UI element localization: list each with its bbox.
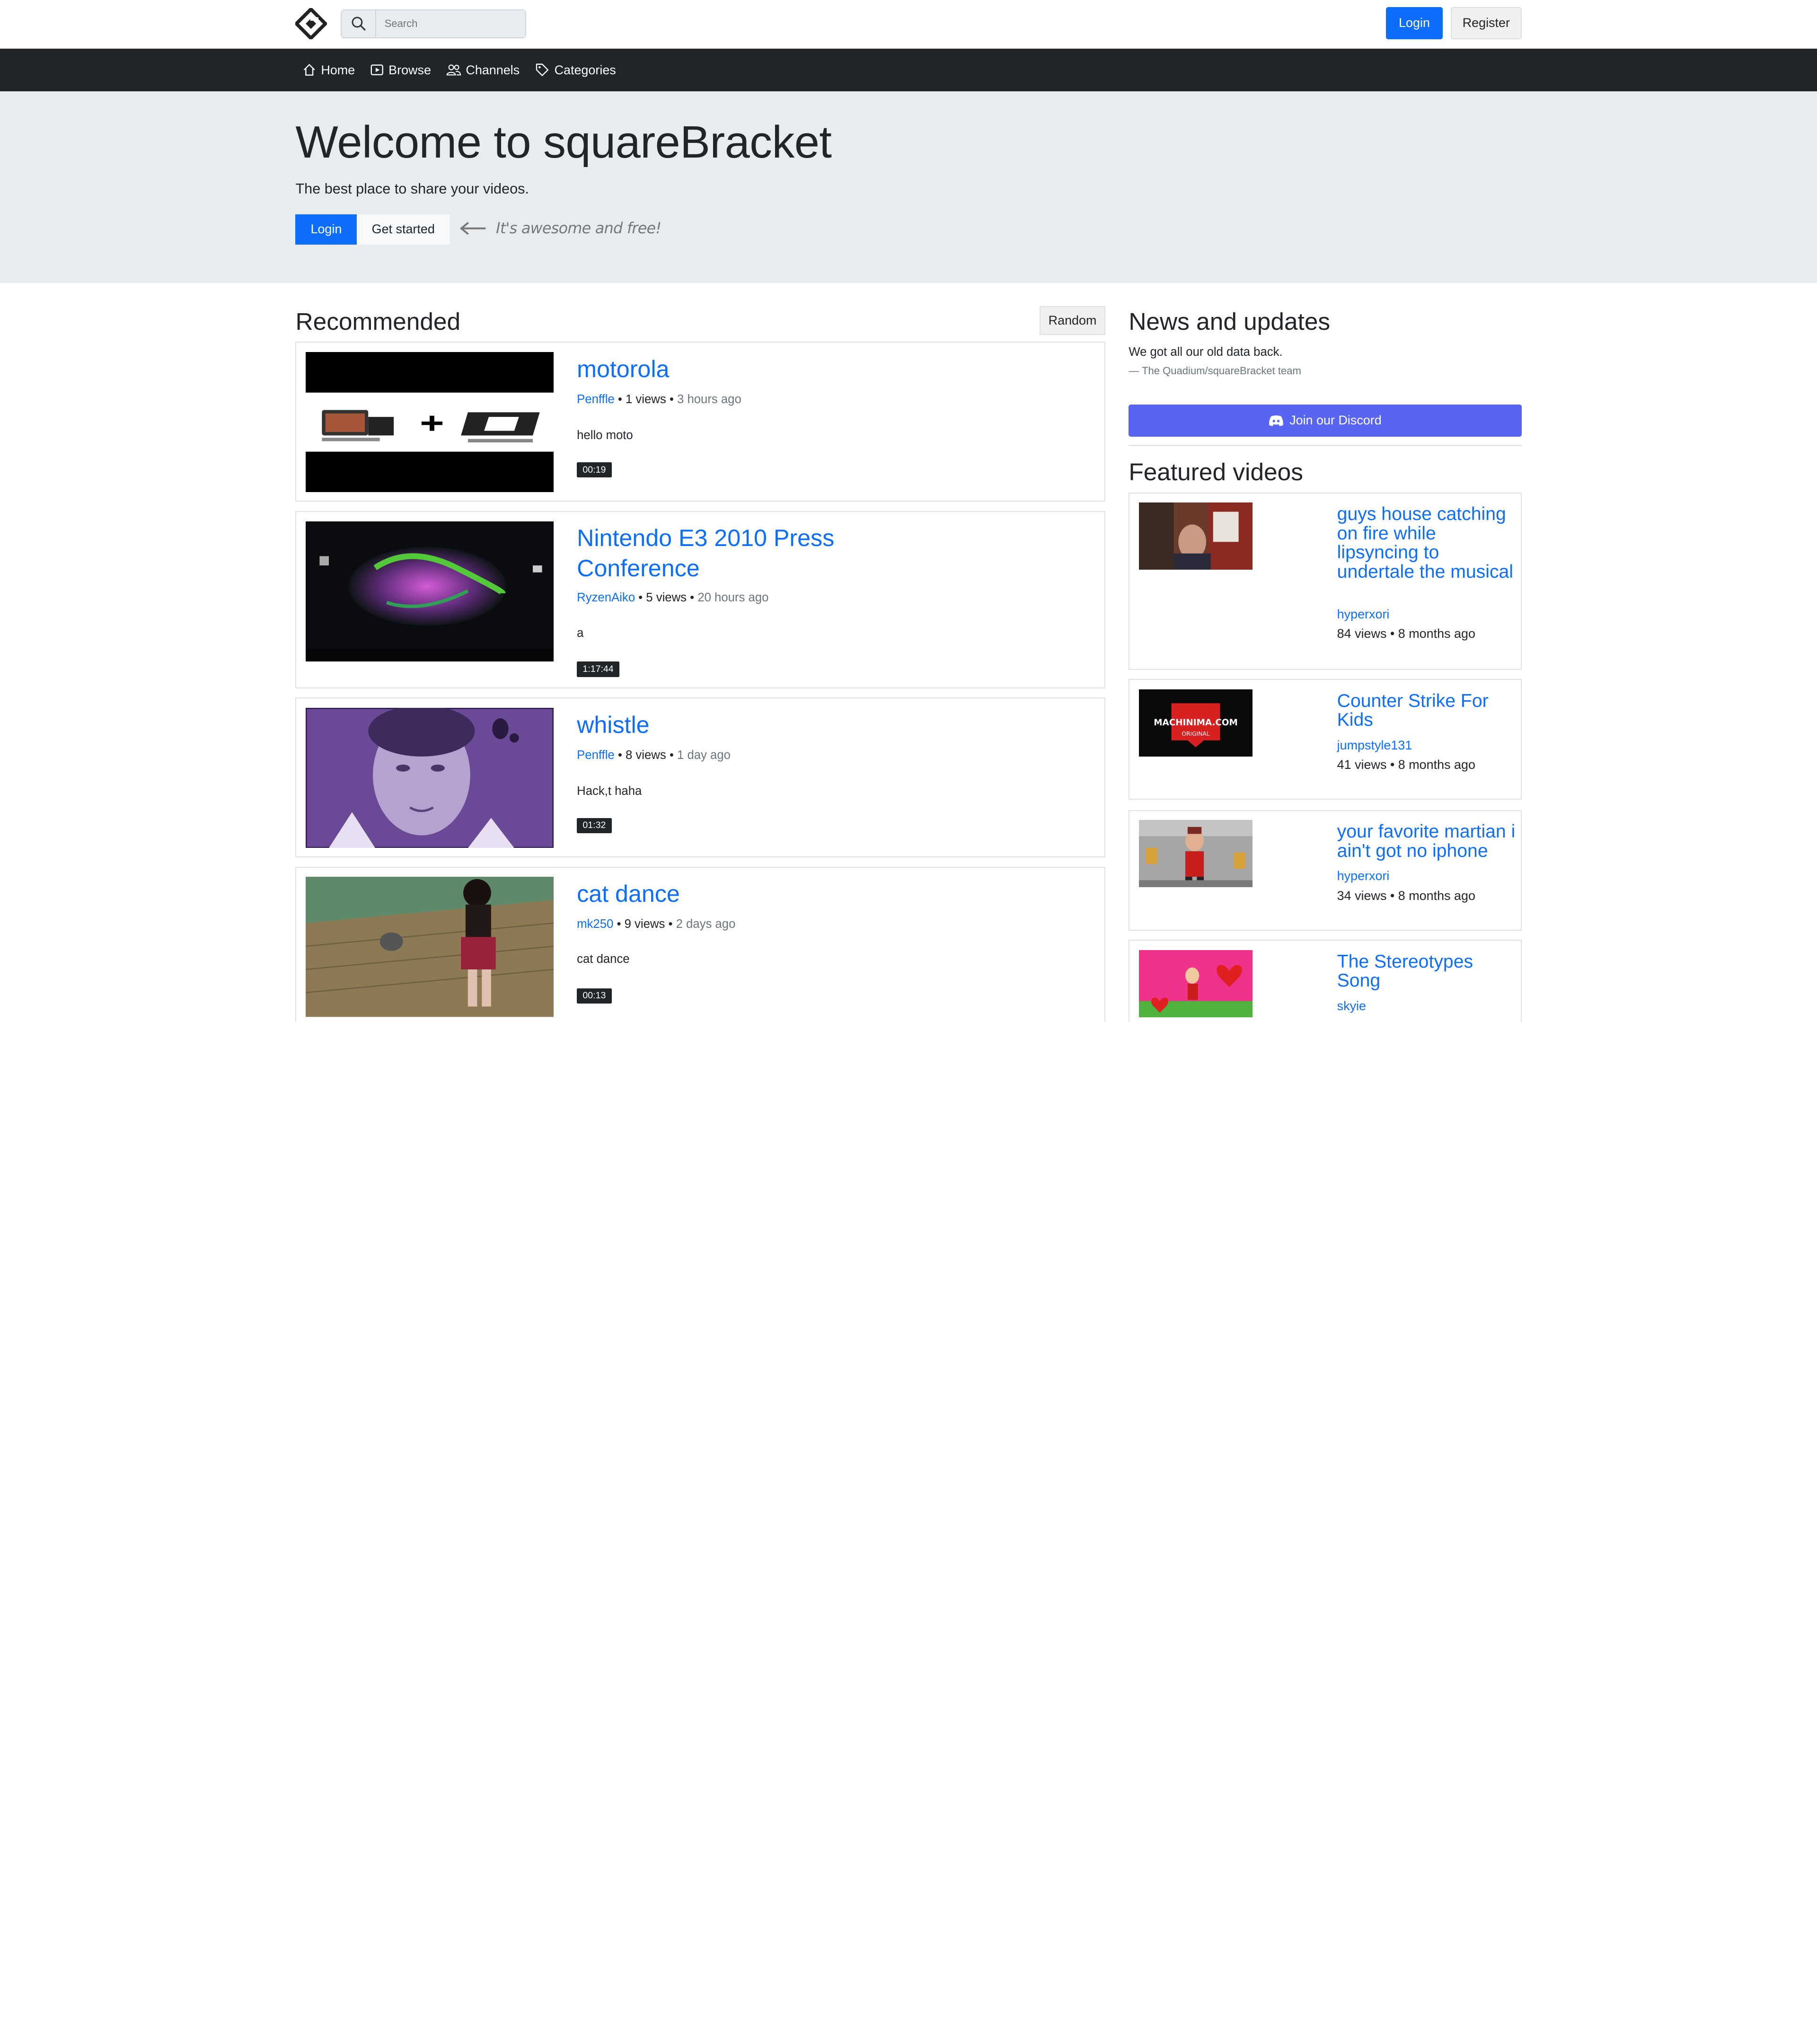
- featured-meta: 34 views • 8 months ago: [1337, 888, 1475, 903]
- featured-thumbnail[interactable]: [1138, 502, 1252, 570]
- video-card[interactable]: cat dance mk250 • 9 views • 2 days ago c…: [295, 866, 1106, 1022]
- nav-home[interactable]: Home: [302, 63, 355, 78]
- video-time: 3 hours ago: [677, 392, 741, 406]
- svg-text:MACHINIMA.COM: MACHINIMA.COM: [1154, 718, 1238, 728]
- svg-text:ORIGINAL: ORIGINAL: [1182, 731, 1209, 737]
- video-description: hello moto: [577, 428, 633, 442]
- page: Login Register Home Browse Channels Cate…: [0, 0, 1817, 1022]
- search-input[interactable]: [376, 10, 525, 37]
- video-title[interactable]: Nintendo E3 2010 Press Conference: [577, 523, 925, 583]
- featured-card[interactable]: The Stereotypes Song skyie: [1129, 940, 1522, 1022]
- video-author[interactable]: Penffle: [577, 393, 615, 406]
- hero-login-button[interactable]: Login: [295, 214, 357, 245]
- video-author[interactable]: mk250: [577, 917, 613, 931]
- nav-browse-label: Browse: [388, 62, 431, 77]
- nav-categories-label: Categories: [554, 62, 616, 77]
- site-logo-icon[interactable]: [294, 7, 328, 41]
- featured-card[interactable]: MACHINIMA.COM ORIGINAL Counter Strike Fo…: [1129, 679, 1522, 800]
- home-icon: [304, 64, 315, 76]
- video-duration: 00:19: [577, 462, 612, 478]
- video-views: 5 views: [646, 590, 687, 604]
- featured-meta: 41 views • 8 months ago: [1337, 758, 1475, 772]
- nav-home-label: Home: [321, 62, 355, 77]
- discord-icon: [1269, 415, 1283, 426]
- top-bar: Login Register: [0, 0, 1817, 49]
- play-square-icon: [370, 64, 383, 76]
- featured-title[interactable]: your favorite martian i ain't got no iph…: [1337, 822, 1517, 861]
- video-time: 2 days ago: [676, 917, 736, 931]
- hero-title: Welcome to squareBracket: [295, 117, 832, 168]
- featured-heading: Featured videos: [1129, 458, 1303, 486]
- featured-author[interactable]: jumpstyle131: [1337, 738, 1412, 753]
- video-duration: 01:32: [577, 818, 612, 834]
- hero-subtitle: The best place to share your videos.: [295, 181, 529, 197]
- news-heading: News and updates: [1129, 307, 1331, 335]
- video-thumbnail[interactable]: [306, 877, 554, 1017]
- video-duration: 1:17:44: [577, 661, 619, 677]
- featured-author[interactable]: hyperxori: [1337, 869, 1390, 883]
- video-views: 1 views: [626, 392, 666, 406]
- featured-thumbnail[interactable]: [1138, 950, 1252, 1017]
- video-description: a: [577, 626, 584, 640]
- main-navbar: Home Browse Channels Categories: [0, 48, 1817, 92]
- divider: [1129, 445, 1522, 446]
- search-box: [341, 9, 526, 38]
- video-meta: mk250 • 9 views • 2 days ago: [577, 917, 736, 931]
- tag-icon: [536, 64, 549, 77]
- featured-title[interactable]: The Stereotypes Song: [1337, 952, 1517, 991]
- search-icon[interactable]: [342, 10, 377, 37]
- nav-browse[interactable]: Browse: [370, 63, 431, 78]
- video-meta: RyzenAiko • 5 views • 20 hours ago: [577, 590, 769, 604]
- video-description: Hack,t haha: [577, 784, 642, 798]
- news-text: We got all our old data back.: [1129, 345, 1283, 359]
- video-thumbnail[interactable]: [306, 707, 554, 848]
- login-button[interactable]: Login: [1386, 7, 1443, 40]
- featured-title[interactable]: guys house catching on fire while lipsyn…: [1337, 505, 1517, 581]
- nav-categories[interactable]: Categories: [535, 63, 616, 78]
- hero-banner: Welcome to squareBracket The best place …: [0, 91, 1817, 283]
- hero-note: It's awesome and free!: [496, 219, 662, 237]
- video-thumbnail[interactable]: [306, 521, 554, 661]
- register-button[interactable]: Register: [1451, 7, 1522, 40]
- discord-label: Join our Discord: [1289, 413, 1382, 428]
- video-author[interactable]: Penffle: [577, 749, 615, 762]
- nav-channels[interactable]: Channels: [446, 63, 520, 78]
- random-button[interactable]: Random: [1039, 306, 1106, 335]
- video-time: 20 hours ago: [697, 590, 769, 604]
- news-signature: — The Quadium/squareBracket team: [1129, 365, 1301, 377]
- video-card[interactable]: Nintendo E3 2010 Press Conference RyzenA…: [295, 511, 1106, 688]
- join-discord-button[interactable]: Join our Discord: [1129, 404, 1522, 437]
- get-started-button[interactable]: Get started: [357, 214, 450, 245]
- video-views: 9 views: [624, 917, 665, 931]
- video-description: cat dance: [577, 952, 630, 966]
- video-meta: Penffle • 8 views • 1 day ago: [577, 748, 731, 762]
- featured-title[interactable]: Counter Strike For Kids: [1337, 691, 1517, 730]
- video-time: 1 day ago: [677, 748, 731, 762]
- video-duration: 00:13: [577, 988, 612, 1004]
- recommended-heading: Recommended: [295, 307, 461, 335]
- featured-author[interactable]: skyie: [1337, 999, 1366, 1013]
- nav-channels-label: Channels: [466, 62, 520, 77]
- video-title[interactable]: motorola: [577, 354, 925, 385]
- video-views: 8 views: [626, 748, 666, 762]
- featured-author[interactable]: hyperxori: [1337, 607, 1390, 622]
- featured-thumbnail[interactable]: MACHINIMA.COM ORIGINAL: [1138, 689, 1252, 757]
- video-thumbnail[interactable]: [306, 352, 554, 493]
- video-meta: Penffle • 1 views • 3 hours ago: [577, 392, 741, 406]
- featured-meta: 84 views • 8 months ago: [1337, 626, 1475, 641]
- arrow-left-icon: [459, 221, 486, 235]
- video-card[interactable]: whistle Penffle • 8 views • 1 day ago Ha…: [295, 697, 1106, 858]
- video-title[interactable]: whistle: [577, 710, 925, 740]
- video-title[interactable]: cat dance: [577, 879, 925, 909]
- featured-card[interactable]: your favorite martian i ain't got no iph…: [1129, 810, 1522, 931]
- video-card[interactable]: motorola Penffle • 1 views • 3 hours ago…: [295, 342, 1106, 502]
- featured-thumbnail[interactable]: [1138, 820, 1252, 888]
- people-icon: [446, 64, 461, 76]
- featured-card[interactable]: guys house catching on fire while lipsyn…: [1129, 492, 1522, 670]
- video-author[interactable]: RyzenAiko: [577, 591, 635, 604]
